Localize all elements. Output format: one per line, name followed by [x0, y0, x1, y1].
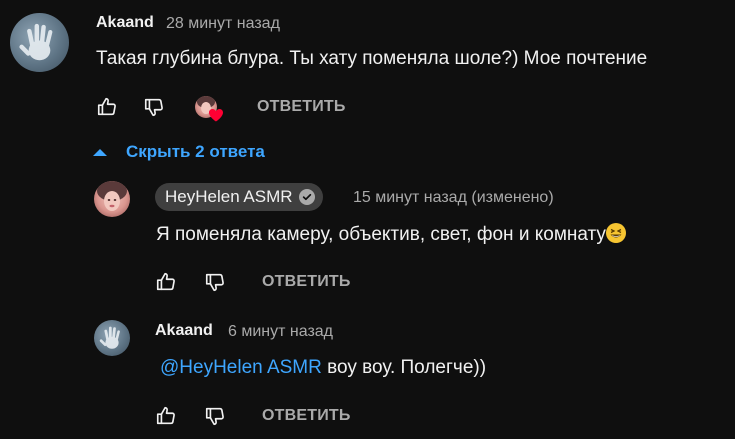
creator-face-icon	[97, 181, 127, 211]
avatar[interactable]	[94, 320, 130, 356]
thumbs-down-icon	[144, 98, 163, 117]
thumbs-down-icon	[205, 407, 224, 426]
avatar[interactable]	[94, 181, 130, 217]
caret-up-icon	[93, 149, 107, 156]
reply-text: воу воу. Полегче))	[321, 357, 487, 378]
mention-link[interactable]: @HeyHelen ASMR	[160, 357, 322, 378]
grinning-squinting-emoji-icon	[605, 223, 626, 243]
reply-button[interactable]: ОТВЕТИТЬ	[262, 407, 351, 425]
hide-replies-label: Скрыть 2 ответа	[126, 142, 265, 161]
like-button[interactable]	[154, 404, 178, 428]
reply-button[interactable]: ОТВЕТИТЬ	[257, 98, 346, 116]
thumbs-down-icon	[205, 273, 224, 292]
reply-text: Я поменяла камеру, объектив, свет, фон и…	[156, 224, 606, 245]
comment-text: @HeyHelen ASMR воу воу. Полегче))	[160, 357, 486, 379]
comment-text: Такая глубина блура. Ты хату поменяла шо…	[96, 48, 648, 69]
thumbs-up-icon	[156, 272, 175, 291]
comment-time[interactable]: 28 минут назад	[166, 15, 280, 33]
like-button[interactable]	[154, 270, 178, 294]
dislike-button[interactable]	[203, 404, 227, 428]
hand-icon	[19, 23, 53, 61]
heart-icon	[208, 108, 224, 122]
verified-check-icon	[298, 189, 315, 205]
avatar[interactable]	[10, 13, 69, 72]
hand-icon	[99, 326, 120, 349]
thumbs-up-icon	[156, 406, 175, 425]
creator-badge[interactable]: HeyHelen ASMR	[155, 183, 323, 211]
dislike-button[interactable]	[203, 270, 227, 294]
comment-author: HeyHelen ASMR	[165, 187, 293, 206]
comment-time[interactable]: 15 минут назад (изменено)	[353, 189, 554, 207]
like-button[interactable]	[95, 95, 119, 119]
comment-author[interactable]: Akaand	[155, 322, 213, 340]
dislike-button[interactable]	[142, 95, 166, 119]
comment-time[interactable]: 6 минут назад	[228, 323, 333, 341]
reply-button[interactable]: ОТВЕТИТЬ	[262, 273, 351, 291]
thumbs-up-icon	[97, 97, 116, 116]
comment-author[interactable]: Akaand	[96, 14, 154, 32]
hide-replies-toggle[interactable]: Скрыть 2 ответа	[92, 142, 265, 162]
comment-text: Я поменяла камеру, объектив, свет, фон и…	[156, 223, 626, 246]
